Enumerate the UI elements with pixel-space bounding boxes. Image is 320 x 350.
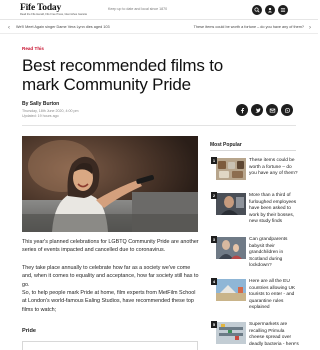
most-popular-divider xyxy=(210,150,296,151)
popular-thumbnail[interactable] xyxy=(216,279,246,301)
article-paragraph: This year's planned celebrations for LGB… xyxy=(22,239,199,254)
section-link[interactable]: Read This xyxy=(22,46,44,51)
header-divider xyxy=(22,125,296,126)
news-ticker: ‹ We'll Meet Again singer Dame Vera Lynn… xyxy=(0,22,318,34)
popular-item[interactable]: 3 Can grandparents babysit their grandch… xyxy=(210,236,299,277)
hero-image xyxy=(22,136,198,232)
site-logo[interactable]: Fife Today Read the Fife Herald, Fife Fr… xyxy=(20,3,88,17)
popular-item[interactable]: 4 Here are all the EU countries allowing… xyxy=(210,278,299,319)
popular-headline[interactable]: These items could be worth a fortune – d… xyxy=(249,158,299,178)
article-paragraph: They take place annually to celebrate ho… xyxy=(22,265,199,288)
twitter-icon[interactable] xyxy=(251,104,263,116)
logo-tagline: Read the Fife Herald, Fife Free Press, G… xyxy=(20,13,88,16)
share-buttons xyxy=(236,104,293,116)
popular-headline[interactable]: Supermarkets are recalling Primula chees… xyxy=(249,322,299,348)
popular-rank: 4 xyxy=(211,278,217,285)
user-icon[interactable] xyxy=(265,5,275,15)
popular-item[interactable]: 5 Supermarkets are recalling Primula che… xyxy=(210,321,299,350)
popular-thumbnail[interactable] xyxy=(216,322,246,344)
popular-thumbnail[interactable] xyxy=(216,193,246,215)
popular-rank: 2 xyxy=(211,192,217,199)
popular-thumbnail[interactable] xyxy=(216,158,246,180)
article-dates: Thursday, 18th June 2020, 4:00 pm Update… xyxy=(22,109,78,118)
header-actions xyxy=(252,5,288,15)
ticker-link-left[interactable]: We'll Meet Again singer Dame Vera Lynn d… xyxy=(16,25,110,29)
updated-date: Updated: 19 hours ago xyxy=(22,113,59,118)
site-header: Fife Today Read the Fife Herald, Fife Fr… xyxy=(0,0,318,20)
popular-item[interactable]: 2 More than a third of furloughed employ… xyxy=(210,192,299,233)
whatsapp-icon[interactable] xyxy=(281,104,293,116)
facebook-icon[interactable] xyxy=(236,104,248,116)
byline[interactable]: By Sally Burton xyxy=(22,101,59,107)
chevron-right-icon[interactable]: › xyxy=(309,24,311,32)
popular-thumbnail[interactable] xyxy=(216,237,246,259)
article-paragraph: So, to help people mark Pride at home, f… xyxy=(22,290,196,313)
popular-headline[interactable]: More than a third of furloughed employee… xyxy=(249,193,299,226)
search-icon[interactable] xyxy=(252,5,262,15)
site-tagline: Keep up to date and local since 1870 xyxy=(108,7,168,11)
embedded-media-box xyxy=(22,341,198,350)
chevron-left-icon[interactable]: ‹ xyxy=(8,24,10,32)
most-popular-heading: Most Popular xyxy=(210,142,242,148)
email-icon[interactable] xyxy=(266,104,278,116)
article-headline: Best recommended films to mark Community… xyxy=(22,56,223,94)
ticker-link-right[interactable]: These items could be worth a fortune – d… xyxy=(194,25,304,29)
logo-name[interactable]: Fife Today xyxy=(20,3,87,13)
popular-headline[interactable]: Can grandparents babysit their grandchil… xyxy=(249,237,299,270)
popular-rank: 3 xyxy=(211,236,217,243)
popular-rank: 5 xyxy=(211,321,217,328)
popular-headline[interactable]: Here are all the EU countries allowing U… xyxy=(249,279,299,312)
popular-rank: 1 xyxy=(211,157,217,164)
popular-item[interactable]: 1 These items could be worth a fortune –… xyxy=(210,157,299,198)
published-date: Thursday, 18th June 2020, 4:00 pm xyxy=(22,109,79,113)
film-heading: Pride xyxy=(22,328,36,334)
menu-icon[interactable] xyxy=(278,5,288,15)
